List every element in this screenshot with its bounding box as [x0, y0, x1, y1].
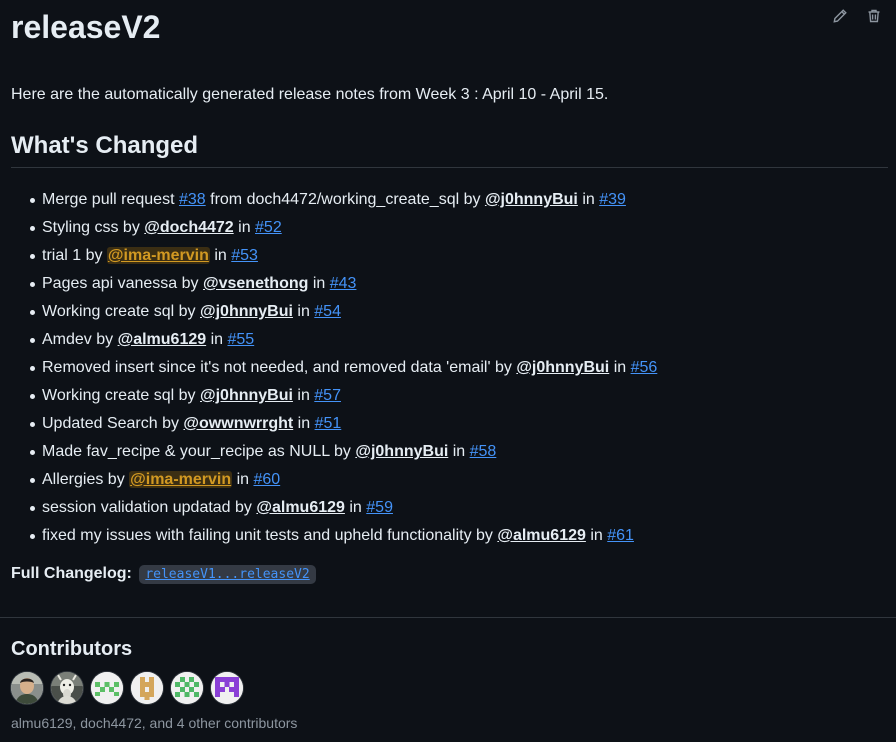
- list-item: fixed my issues with failing unit tests …: [11, 522, 881, 550]
- list-item: Merge pull request #38 from doch4472/wor…: [11, 186, 881, 214]
- item-text: in: [448, 443, 470, 460]
- item-text: Working create sql by: [42, 303, 200, 320]
- avatar-photo-icon[interactable]: [11, 672, 43, 704]
- item-text: Pages api vanessa by: [42, 275, 203, 292]
- section-divider: [0, 617, 896, 618]
- item-text: Amdev by: [42, 331, 118, 348]
- user-link-highlighted[interactable]: @ima-mervin: [129, 471, 233, 488]
- user-link[interactable]: @vsenethong: [203, 275, 308, 292]
- identicon-green-icon[interactable]: [91, 672, 123, 704]
- list-item: Made fav_recipe & your_recipe as NULL by…: [11, 438, 881, 466]
- item-text: in: [577, 191, 600, 208]
- pr-link[interactable]: #56: [631, 359, 658, 376]
- trash-icon[interactable]: [866, 8, 882, 24]
- user-link[interactable]: @almu6129: [118, 331, 207, 348]
- pr-link[interactable]: #52: [255, 219, 282, 236]
- item-text: Merge pull request: [42, 191, 179, 208]
- list-item: Working create sql by @j0hnnyBui in #54: [11, 298, 881, 326]
- list-item: Styling css by @doch4472 in #52: [11, 214, 881, 242]
- item-text: trial 1 by: [42, 247, 107, 264]
- item-text: Allergies by: [42, 471, 130, 488]
- item-text: in: [209, 247, 232, 264]
- list-item: session validation updatad by @almu6129 …: [11, 494, 881, 522]
- identicon-purple-icon[interactable]: [211, 672, 243, 704]
- item-text: Styling css by: [42, 219, 145, 236]
- item-text: in: [585, 527, 608, 544]
- user-link[interactable]: @doch4472: [144, 219, 233, 236]
- user-link[interactable]: @j0hnnyBui: [200, 387, 293, 404]
- pencil-icon[interactable]: [832, 8, 848, 24]
- item-text: in: [292, 387, 315, 404]
- user-link[interactable]: @j0hnnyBui: [516, 359, 609, 376]
- user-link[interactable]: @j0hnnyBui: [355, 443, 448, 460]
- pr-link[interactable]: #55: [227, 331, 254, 348]
- pr-link[interactable]: #38: [179, 191, 206, 208]
- item-text: Working create sql by: [42, 387, 200, 404]
- list-item: Working create sql by @j0hnnyBui in #57: [11, 382, 881, 410]
- item-text: Made fav_recipe & your_recipe as NULL by: [42, 443, 356, 460]
- contributors-summary: almu6129, doch4472, and 4 other contribu…: [11, 715, 298, 731]
- changelog-label: Full Changelog:: [11, 565, 132, 582]
- pr-link[interactable]: #61: [607, 527, 634, 544]
- item-text: in: [344, 499, 367, 516]
- item-text: Updated Search by: [42, 415, 184, 432]
- pr-link[interactable]: #57: [314, 387, 341, 404]
- list-item: Allergies by @ima-mervin in #60: [11, 466, 881, 494]
- avatar-goat-icon[interactable]: [51, 672, 83, 704]
- item-text: session validation updatad by: [42, 499, 257, 516]
- pr-link[interactable]: #53: [231, 247, 258, 264]
- pr-link[interactable]: #60: [253, 471, 280, 488]
- pr-link[interactable]: #58: [470, 443, 497, 460]
- user-link[interactable]: @almu6129: [497, 527, 586, 544]
- whats-changed-heading: What's Changed: [11, 132, 199, 159]
- item-text: in: [293, 415, 315, 432]
- item-text: in: [233, 219, 256, 236]
- item-text: in: [308, 275, 330, 292]
- list-item: Pages api vanessa by @vsenethong in #43: [11, 270, 881, 298]
- identicon-green2-icon[interactable]: [171, 672, 203, 704]
- changelog-compare-link[interactable]: releaseV1...releaseV2: [139, 565, 316, 584]
- pr-link[interactable]: #51: [315, 415, 342, 432]
- item-text: Removed insert since it's not needed, an…: [42, 359, 517, 376]
- list-item: Amdev by @almu6129 in #55: [11, 326, 881, 354]
- changes-list: Merge pull request #38 from doch4472/wor…: [11, 186, 881, 550]
- list-item: Updated Search by @owwnwrrght in #51: [11, 410, 881, 438]
- user-link[interactable]: @j0hnnyBui: [485, 191, 578, 208]
- release-title: releaseV2: [11, 9, 161, 45]
- pr-link[interactable]: #43: [330, 275, 357, 292]
- list-item: trial 1 by @ima-mervin in #53: [11, 242, 881, 270]
- release-actions: [832, 8, 882, 24]
- release-intro: Here are the automatically generated rel…: [11, 86, 609, 103]
- item-text: in: [232, 471, 254, 488]
- full-changelog: Full Changelog: releaseV1...releaseV2: [11, 563, 316, 586]
- user-link[interactable]: @j0hnnyBui: [200, 303, 293, 320]
- release-page: releaseV2 Here are the automatically gen…: [0, 0, 896, 742]
- pr-link[interactable]: #54: [314, 303, 341, 320]
- item-text: in: [609, 359, 631, 376]
- contributors-heading: Contributors: [11, 638, 133, 660]
- heading-divider: [11, 167, 888, 168]
- user-link-highlighted[interactable]: @ima-mervin: [106, 247, 210, 264]
- item-text: in: [206, 331, 228, 348]
- item-text: in: [292, 303, 315, 320]
- user-link[interactable]: @owwnwrrght: [183, 415, 293, 432]
- item-text: from doch4472/working_create_sql by: [205, 191, 485, 208]
- item-text: fixed my issues with failing unit tests …: [42, 527, 498, 544]
- list-item: Removed insert since it's not needed, an…: [11, 354, 881, 382]
- pr-link[interactable]: #39: [599, 191, 626, 208]
- contributors-avatars: [11, 672, 243, 704]
- pr-link[interactable]: #59: [366, 499, 393, 516]
- user-link[interactable]: @almu6129: [256, 499, 345, 516]
- identicon-tan-icon[interactable]: [131, 672, 163, 704]
